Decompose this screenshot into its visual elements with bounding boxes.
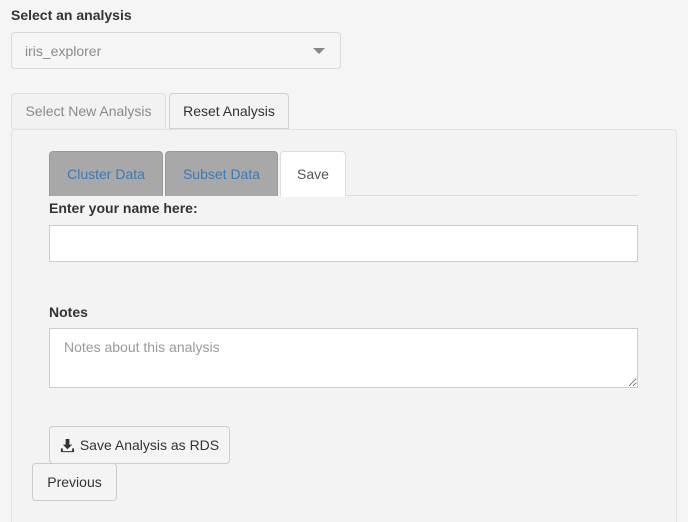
name-field[interactable] (49, 225, 638, 262)
tab-divider (346, 195, 638, 196)
previous-button[interactable]: Previous (32, 463, 117, 501)
tab-subset-data[interactable]: Subset Data (165, 151, 278, 196)
select-analysis-label: Select an analysis (11, 7, 132, 23)
save-analysis-rds-button[interactable]: Save Analysis as RDS (49, 426, 230, 464)
tab-save[interactable]: Save (280, 151, 346, 197)
analysis-select[interactable]: iris_explorer (11, 32, 341, 69)
tab-select-new-analysis[interactable]: Select New Analysis (11, 93, 166, 129)
analysis-select-value: iris_explorer (25, 42, 102, 59)
notes-field-label: Notes (49, 304, 88, 320)
save-analysis-rds-label: Save Analysis as RDS (79, 437, 220, 453)
tab-reset-analysis[interactable]: Reset Analysis (169, 93, 289, 129)
download-icon (60, 438, 74, 452)
tab-cluster-data[interactable]: Cluster Data (49, 151, 163, 196)
notes-field[interactable] (49, 328, 638, 388)
chevron-down-icon (313, 47, 325, 54)
name-field-label: Enter your name here: (49, 200, 198, 216)
